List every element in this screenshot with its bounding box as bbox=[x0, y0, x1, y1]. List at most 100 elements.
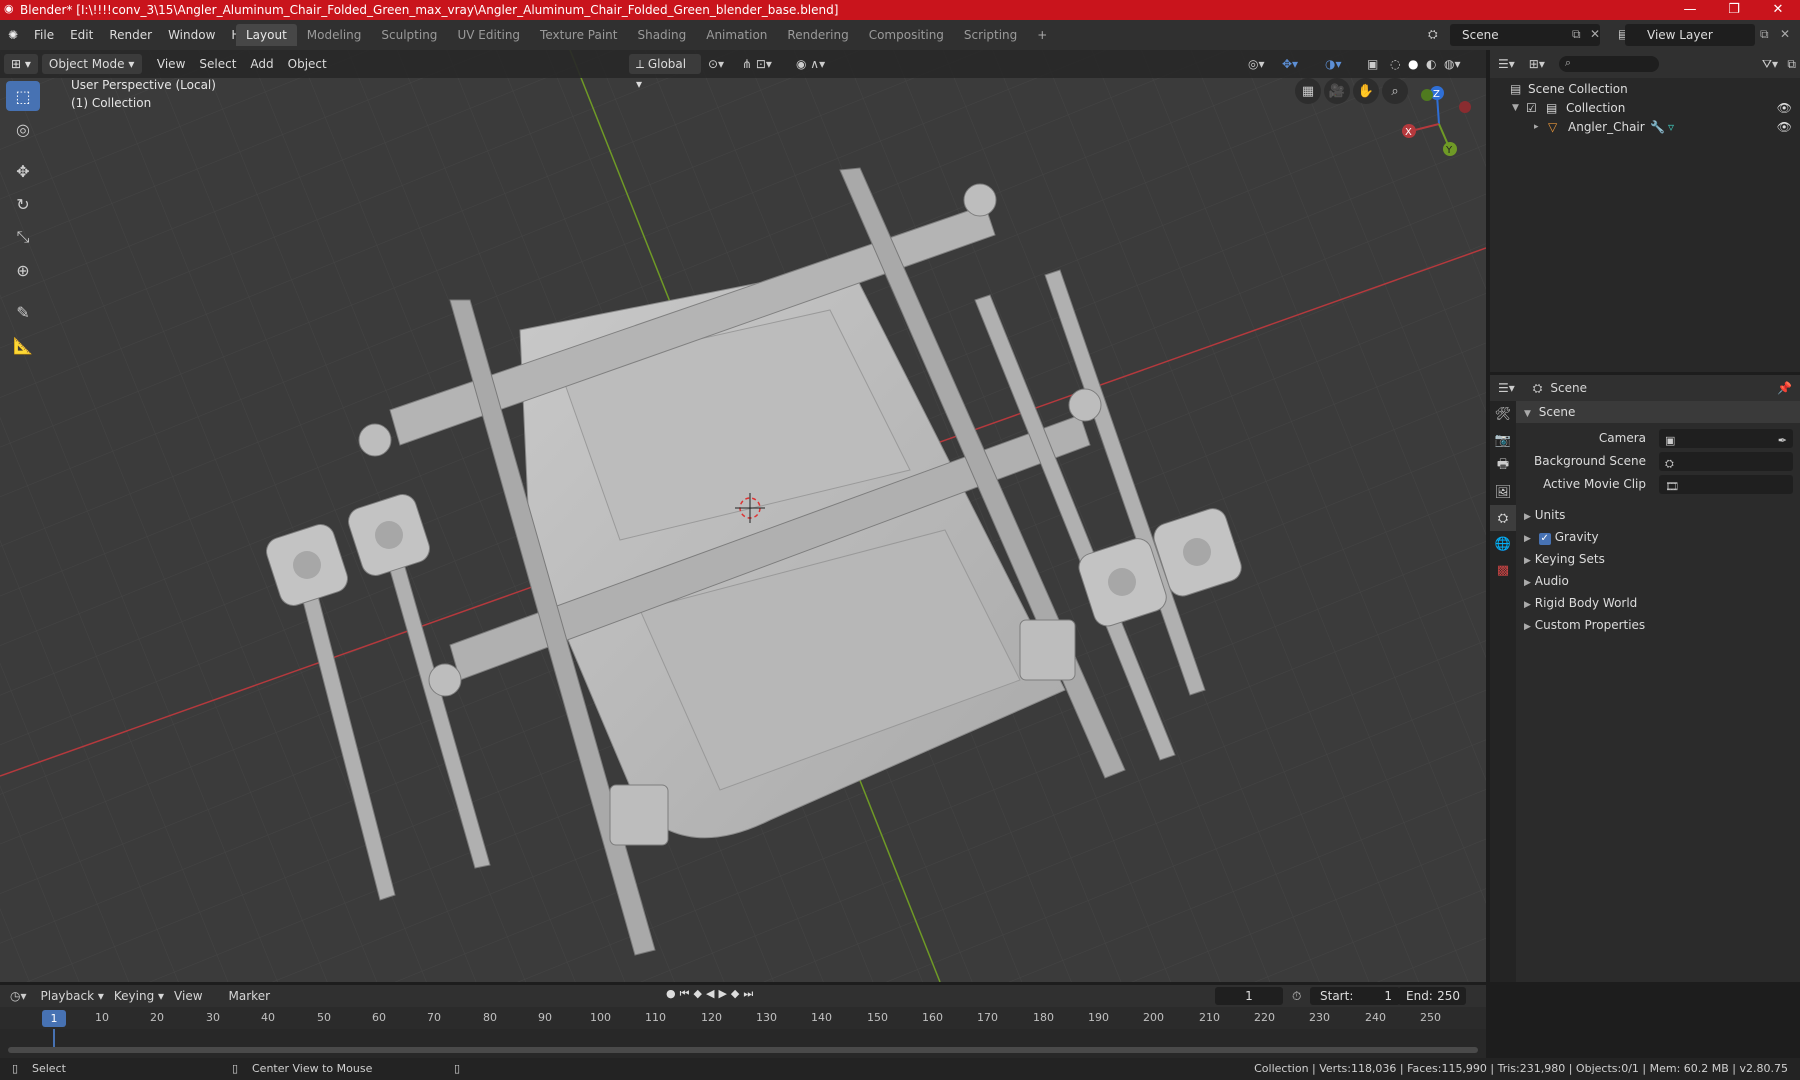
auto-keying-clock-icon[interactable]: ⏱ bbox=[1292, 989, 1301, 1004]
timeline-menu-marker[interactable]: Marker bbox=[229, 989, 270, 1003]
rotate-tool[interactable]: ↻ bbox=[6, 189, 40, 219]
menu-render[interactable]: Render bbox=[101, 20, 160, 50]
record-icon[interactable]: ● bbox=[666, 987, 680, 1000]
select-box-tool[interactable]: ⬚ bbox=[6, 81, 40, 111]
rigid-body-world-panel[interactable]: ▶ Rigid Body World bbox=[1516, 592, 1800, 614]
object-expand-icon[interactable]: ▸ bbox=[1534, 118, 1539, 137]
object-visibility-eye-icon[interactable]: 👁 bbox=[1777, 118, 1792, 137]
timeline-menu-view[interactable]: View bbox=[174, 989, 202, 1003]
view-layer-selector[interactable]: View Layer bbox=[1625, 24, 1755, 46]
menu-edit[interactable]: Edit bbox=[62, 20, 101, 50]
close-button[interactable]: ✕ bbox=[1756, 0, 1800, 20]
scene-icon[interactable]: ⛭ bbox=[1428, 27, 1438, 42]
cursor-tool[interactable]: ◎ bbox=[6, 114, 40, 144]
tab-compositing[interactable]: Compositing bbox=[859, 24, 954, 46]
tab-modeling[interactable]: Modeling bbox=[297, 24, 372, 46]
editor-type-button[interactable]: ⊞ ▾ bbox=[4, 54, 38, 74]
viewport-scene[interactable] bbox=[0, 50, 1486, 982]
display-mode-icon[interactable]: ⊞▾ bbox=[1529, 57, 1545, 71]
play-reverse-icon[interactable]: ◀ bbox=[706, 987, 718, 1000]
gravity-checkbox[interactable]: ✓ bbox=[1538, 533, 1551, 545]
camera-view-icon[interactable]: 🎥 bbox=[1324, 78, 1350, 104]
minimize-button[interactable]: — bbox=[1668, 0, 1712, 20]
scene-tab-icon[interactable]: ⛭ bbox=[1490, 505, 1516, 531]
collection-visibility-eye-icon[interactable]: 👁 bbox=[1777, 99, 1792, 118]
menu-window[interactable]: Window bbox=[160, 20, 223, 50]
transform-tool[interactable]: ⊕ bbox=[6, 255, 40, 285]
jump-start-icon[interactable]: ⏮ bbox=[680, 987, 694, 1000]
texture-tab-icon[interactable]: ▩ bbox=[1490, 557, 1516, 583]
gizmo-toggle-icon[interactable]: ✥▾ bbox=[1282, 57, 1298, 71]
new-collection-icon[interactable]: ⧉ bbox=[1787, 57, 1796, 72]
timeline-scrollbar[interactable] bbox=[8, 1047, 1478, 1053]
camera-selector[interactable]: ▣ ✒ bbox=[1659, 429, 1793, 448]
visibility-icon[interactable]: ◎▾ bbox=[1248, 57, 1265, 71]
move-tool[interactable]: ✥ bbox=[6, 156, 40, 186]
mesh-data-icon[interactable]: ▿ bbox=[1668, 118, 1674, 137]
background-scene-selector[interactable]: ⛭ bbox=[1659, 452, 1793, 471]
blender-menu-icon[interactable]: ✺ bbox=[0, 28, 26, 42]
timeline-menu-keying[interactable]: Keying ▾ bbox=[114, 989, 164, 1003]
current-frame-indicator[interactable]: 1 bbox=[42, 1010, 66, 1027]
play-icon[interactable]: ▶ bbox=[718, 987, 730, 1000]
scene-panel-header[interactable]: ▼ Scene bbox=[1516, 401, 1800, 423]
tab-texture-paint[interactable]: Texture Paint bbox=[530, 24, 627, 46]
object-mode-dropdown[interactable]: Object Mode ▾ bbox=[41, 54, 142, 74]
filter-icon[interactable]: ⛛▾ bbox=[1762, 57, 1778, 72]
custom-properties-panel[interactable]: ▶ Custom Properties bbox=[1516, 614, 1800, 636]
tab-layout[interactable]: Layout bbox=[236, 24, 297, 46]
transform-orientation-dropdown[interactable]: ⟂ Global ▾ bbox=[629, 54, 701, 91]
outliner-scene-collection[interactable]: ▤ Scene Collection bbox=[1490, 80, 1800, 99]
active-movie-clip-selector[interactable]: 🎞 bbox=[1659, 475, 1793, 494]
view-layer-tab-icon[interactable]: 🖼 bbox=[1490, 479, 1516, 505]
start-frame-field[interactable]: Start: 1 bbox=[1310, 987, 1400, 1005]
units-panel[interactable]: ▶ Units bbox=[1516, 504, 1800, 526]
world-tab-icon[interactable]: 🌐 bbox=[1490, 531, 1516, 557]
eyedropper-icon[interactable]: ✒ bbox=[1778, 429, 1787, 452]
prev-keyframe-icon[interactable]: ◆ bbox=[694, 987, 706, 1000]
outliner-object-row[interactable]: ▸ ▽ Angler_Chair 🔧 ▿ 👁 bbox=[1490, 118, 1800, 137]
pivot-icon[interactable]: ⊙▾ bbox=[708, 57, 724, 71]
audio-panel[interactable]: ▶ Audio bbox=[1516, 570, 1800, 592]
tab-rendering[interactable]: Rendering bbox=[777, 24, 858, 46]
scale-tool[interactable]: ⤡ bbox=[6, 222, 40, 252]
delete-view-layer-icon[interactable]: ✕ bbox=[1780, 27, 1790, 41]
tab-shading[interactable]: Shading bbox=[627, 24, 696, 46]
viewport-menu-object[interactable]: Object bbox=[281, 54, 334, 74]
snap-icon[interactable]: ⋔ ⊡▾ bbox=[742, 57, 772, 71]
jump-end-icon[interactable]: ⏭ bbox=[743, 987, 757, 1000]
viewport-menu-view[interactable]: View bbox=[150, 54, 192, 74]
outliner-editor-type-icon[interactable]: ☰▾ bbox=[1498, 57, 1515, 71]
current-frame-field[interactable]: 1 bbox=[1215, 987, 1283, 1005]
overlay-toggle-icon[interactable]: ◑▾ bbox=[1325, 57, 1342, 71]
collection-checkbox-icon[interactable]: ☑ bbox=[1526, 99, 1537, 118]
gravity-panel[interactable]: ▶ ✓ Gravity bbox=[1516, 526, 1800, 548]
wireframe-shading-icon[interactable]: ◌ bbox=[1390, 57, 1400, 71]
viewport-menu-add[interactable]: Add bbox=[243, 54, 280, 74]
xray-icon[interactable]: ▣ bbox=[1367, 57, 1378, 71]
outliner-search-input[interactable]: ⌕ bbox=[1558, 56, 1659, 72]
maximize-button[interactable]: ❐ bbox=[1712, 0, 1756, 20]
frame-ruler[interactable]: 1 10 20 30 40 50 60 70 80 90 100 110 120… bbox=[0, 1007, 1486, 1029]
collection-expand-icon[interactable]: ▼ bbox=[1512, 99, 1519, 118]
menu-file[interactable]: File bbox=[26, 20, 62, 50]
toggle-grid-icon[interactable]: ▦ bbox=[1295, 78, 1321, 104]
render-tab-icon[interactable]: 📷 bbox=[1490, 427, 1516, 453]
add-workspace-button[interactable]: + bbox=[1027, 24, 1057, 46]
navigation-gizmo[interactable]: Z X Y bbox=[1395, 80, 1485, 170]
modifier-wrench-icon[interactable]: 🔧 bbox=[1650, 118, 1665, 137]
delete-scene-icon[interactable]: ✕ bbox=[1590, 27, 1600, 41]
pan-hand-icon[interactable]: ✋ bbox=[1353, 78, 1379, 104]
tab-sculpting[interactable]: Sculpting bbox=[371, 24, 447, 46]
new-view-layer-icon[interactable]: ⧉ bbox=[1760, 27, 1769, 42]
3d-viewport[interactable]: ⊞ ▾ Object Mode ▾ View Select Add Object… bbox=[0, 50, 1486, 982]
timeline-editor-type-icon[interactable]: ◷▾ bbox=[10, 989, 27, 1003]
pin-icon[interactable]: 📌 bbox=[1777, 381, 1792, 395]
annotate-tool[interactable]: ✎ bbox=[6, 297, 40, 327]
keying-sets-panel[interactable]: ▶ Keying Sets bbox=[1516, 548, 1800, 570]
new-scene-icon[interactable]: ⧉ bbox=[1572, 27, 1581, 42]
tab-uv-editing[interactable]: UV Editing bbox=[447, 24, 530, 46]
timeline-track-area[interactable] bbox=[0, 1029, 1486, 1058]
measure-tool[interactable]: 📐 bbox=[6, 330, 40, 360]
tool-tab-icon[interactable]: 🛠 bbox=[1490, 401, 1516, 427]
